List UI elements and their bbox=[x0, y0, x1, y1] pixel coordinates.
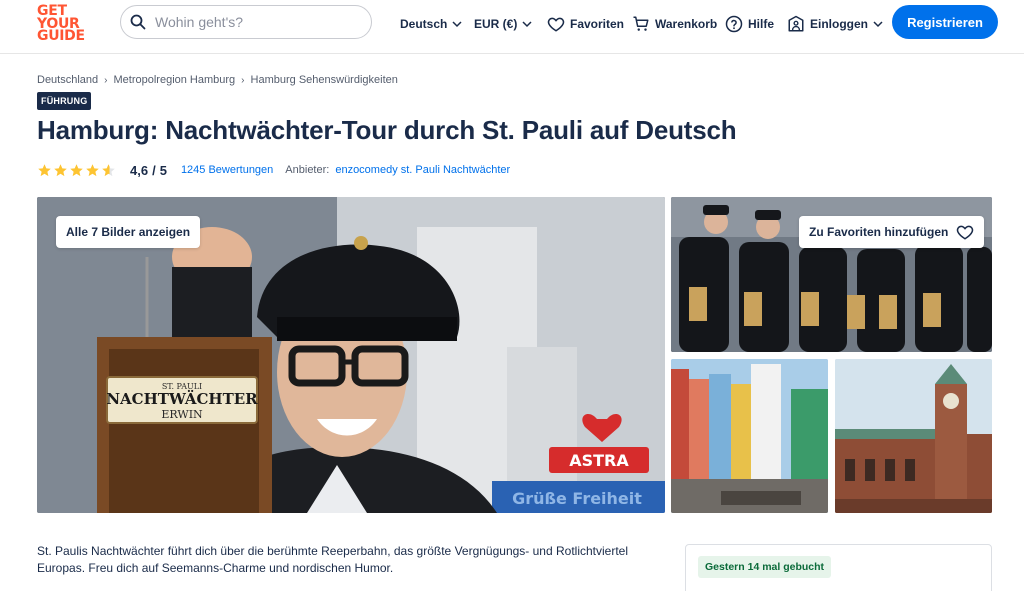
star-icon bbox=[54, 163, 67, 176]
heart-icon bbox=[547, 17, 565, 32]
page-title: Hamburg: Nachtwächter-Tour durch St. Pau… bbox=[37, 115, 737, 145]
chevron-right-icon: › bbox=[241, 74, 245, 86]
login-menu[interactable]: Einloggen bbox=[787, 14, 884, 34]
getyourguide-logo[interactable]: GET YOUR GUIDE bbox=[37, 4, 87, 47]
star-icon bbox=[86, 163, 99, 176]
star-half-icon bbox=[102, 163, 115, 176]
cart-label: Warenkorb bbox=[655, 17, 718, 31]
search-bar[interactable] bbox=[120, 5, 372, 39]
astra-sign-text: ASTRA bbox=[569, 451, 629, 470]
heart-icon bbox=[957, 225, 974, 240]
show-all-photos-label: Alle 7 Bilder anzeigen bbox=[66, 225, 191, 239]
provider-link[interactable]: enzocomedy st. Pauli Nachtwächter bbox=[335, 164, 510, 176]
language-selector[interactable]: Deutsch bbox=[400, 14, 463, 34]
reviews-link[interactable]: 1245 Bewertungen bbox=[181, 164, 273, 176]
currency-selector[interactable]: EUR (€) bbox=[474, 14, 533, 34]
breadcrumb: Deutschland › Metropolregion Hamburg › H… bbox=[37, 74, 398, 86]
freiheit-sign-text: Grüße Freiheit bbox=[512, 489, 642, 508]
chevron-down-icon bbox=[452, 21, 462, 28]
search-input[interactable] bbox=[155, 14, 355, 30]
rating-row: 4,6/5 1245 Bewertungen Anbieter: enzocom… bbox=[37, 161, 510, 179]
register-button[interactable]: Registrieren bbox=[892, 5, 998, 39]
lantern-sign-line2: NACHTWÄCHTER bbox=[106, 389, 258, 408]
photo-landungsbruecken-tower[interactable] bbox=[835, 359, 992, 513]
add-to-favorites-label: Zu Favoriten hinzufügen bbox=[809, 225, 949, 239]
help-circle-icon bbox=[725, 15, 743, 33]
photo-reeperbahn-street[interactable] bbox=[671, 359, 828, 513]
chevron-down-icon bbox=[522, 21, 532, 28]
register-label: Registrieren bbox=[907, 14, 983, 30]
help-link[interactable]: Hilfe bbox=[725, 14, 774, 34]
currency-label: EUR (€) bbox=[474, 17, 518, 31]
star-rating bbox=[37, 163, 116, 178]
star-icon bbox=[70, 163, 83, 176]
booking-card: Gestern 14 mal gebucht bbox=[685, 544, 992, 591]
street-illustration bbox=[671, 359, 828, 513]
show-all-photos-button[interactable]: Alle 7 Bilder anzeigen bbox=[56, 216, 201, 248]
provider-label: Anbieter: bbox=[285, 164, 330, 176]
top-header: GET YOUR GUIDE Deutsch EUR (€) Favoriten… bbox=[0, 0, 1024, 54]
chevron-down-icon bbox=[873, 21, 883, 28]
user-building-icon bbox=[788, 15, 804, 32]
category-badge: FÜHRUNG bbox=[37, 92, 92, 110]
cart-link[interactable]: Warenkorb bbox=[632, 14, 717, 34]
favorites-link[interactable]: Favoriten bbox=[547, 14, 624, 34]
booked-yesterday-badge: Gestern 14 mal gebucht bbox=[698, 556, 832, 578]
favorites-label: Favoriten bbox=[570, 17, 625, 31]
breadcrumb-item-sehenswuerdigkeiten[interactable]: Hamburg Sehenswürdigkeiten bbox=[251, 74, 398, 86]
search-icon bbox=[130, 14, 146, 30]
login-label: Einloggen bbox=[810, 17, 868, 31]
tower-illustration bbox=[835, 359, 992, 513]
help-label: Hilfe bbox=[748, 17, 775, 31]
chevron-right-icon: › bbox=[104, 74, 108, 86]
rating-value: 4,6/5 bbox=[130, 162, 167, 178]
breadcrumb-item-deutschland[interactable]: Deutschland bbox=[37, 74, 98, 86]
lantern-sign-line3: ERWIN bbox=[161, 408, 203, 421]
add-to-favorites-button[interactable]: Zu Favoriten hinzufügen bbox=[799, 216, 985, 248]
activity-description: St. Paulis Nachtwächter führt dich über … bbox=[37, 544, 628, 575]
breadcrumb-item-metropolregion[interactable]: Metropolregion Hamburg bbox=[114, 74, 236, 86]
star-icon bbox=[38, 163, 51, 176]
photo-night-watchmen-group[interactable]: Zu Favoriten hinzufügen bbox=[671, 197, 992, 352]
shopping-cart-icon bbox=[633, 16, 649, 31]
language-label: Deutsch bbox=[400, 17, 448, 31]
main-photo-night-watchman[interactable]: ASTRA Grüße Freiheit ST. PAULI NACHTWÄCH… bbox=[37, 197, 665, 513]
